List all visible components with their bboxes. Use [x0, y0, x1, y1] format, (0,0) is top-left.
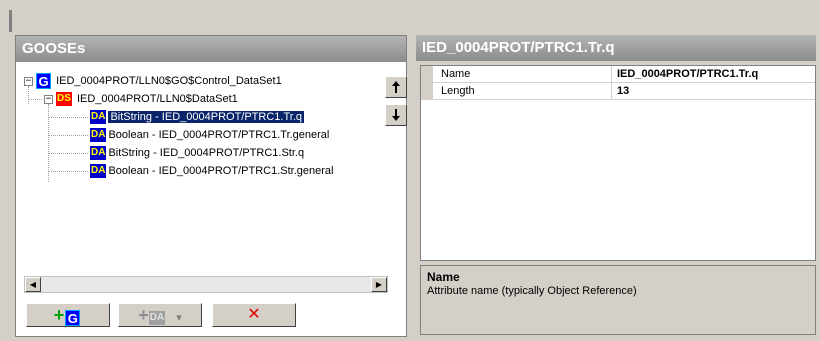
tree-node-attribute[interactable]: DA BitString - IED_0004PROT/PTRC1.Str.q [90, 144, 304, 162]
data-attribute-icon: DA [90, 128, 107, 143]
goose-tree: − G IED_0004PROT/LLN0$GO$Control_DataSet1… [24, 72, 384, 222]
description-title: Name [427, 270, 460, 284]
property-row-gutter [421, 83, 433, 99]
tree-connector [28, 99, 42, 100]
tree-node-attribute[interactable]: DA BitString - IED_0004PROT/PTRC1.Tr.q [90, 108, 304, 126]
property-grid: Name IED_0004PROT/PTRC1.Tr.q Length 13 [420, 65, 816, 261]
data-attribute-icon: DA [90, 164, 107, 179]
property-value[interactable]: IED_0004PROT/PTRC1.Tr.q [617, 66, 758, 82]
description-text: Attribute name (typically Object Referen… [427, 285, 637, 297]
tree-node-attribute-label: BitString - IED_0004PROT/PTRC1.Str.q [108, 147, 305, 159]
delete-button[interactable]: ✕ [212, 303, 296, 327]
tree-node-dataset[interactable]: − DS IED_0004PROT/LLN0$DataSet1 [44, 90, 238, 108]
gooses-panel-title: GOOSEs [16, 36, 406, 62]
move-up-button[interactable] [385, 76, 407, 98]
window-top-strip [0, 0, 820, 34]
delete-icon: ✕ [247, 306, 261, 323]
tree-connector [48, 117, 88, 118]
column-separator [611, 66, 612, 82]
property-row[interactable]: Length 13 [421, 83, 815, 100]
arrow-up-icon [392, 81, 400, 93]
property-description: Name Attribute name (typically Object Re… [420, 265, 816, 335]
collapse-dataset-toggle[interactable]: − [44, 94, 53, 104]
gooses-panel: GOOSEs − G IED_0004PROT/LLN0$GO$Control_D… [15, 35, 407, 337]
dataset-icon: DS [56, 92, 72, 107]
property-row[interactable]: Name IED_0004PROT/PTRC1.Tr.q [421, 66, 815, 83]
plus-icon: + [138, 305, 149, 325]
tree-connector [48, 153, 88, 154]
data-attribute-icon: DA [148, 311, 166, 326]
chevron-down-icon[interactable]: ▾ [176, 312, 182, 324]
collapse-goose-toggle[interactable]: − [24, 76, 33, 86]
property-row-gutter [421, 66, 433, 82]
scroll-right-button[interactable]: ▶ [371, 277, 387, 292]
scroll-left-button[interactable]: ◀ [25, 277, 41, 292]
tree-node-attribute-label: Boolean - IED_0004PROT/PTRC1.Tr.general [108, 129, 330, 141]
goose-icon: G [65, 310, 81, 327]
tree-node-attribute[interactable]: DA Boolean - IED_0004PROT/PTRC1.Tr.genera… [90, 126, 329, 144]
property-name: Length [441, 85, 475, 97]
tree-node-goose-label: IED_0004PROT/LLN0$GO$Control_DataSet1 [56, 75, 282, 87]
window-edge [9, 10, 12, 32]
tree-node-dataset-label: IED_0004PROT/LLN0$DataSet1 [76, 93, 238, 105]
properties-panel-title: IED_0004PROT/PTRC1.Tr.q [416, 35, 816, 61]
tree-node-attribute-label: BitString - IED_0004PROT/PTRC1.Tr.q [108, 111, 304, 123]
add-data-attribute-button[interactable]: +DA ▾ [118, 303, 202, 327]
properties-panel: IED_0004PROT/PTRC1.Tr.q Name IED_0004PRO… [416, 35, 816, 337]
plus-icon: + [53, 305, 65, 325]
add-goose-button[interactable]: + G [26, 303, 110, 327]
column-separator [611, 83, 612, 99]
move-down-button[interactable] [385, 104, 407, 126]
tree-node-attribute-label: Boolean - IED_0004PROT/PTRC1.Str.general [108, 165, 334, 177]
tree-connector [48, 135, 88, 136]
arrow-down-icon [392, 109, 400, 121]
tree-node-attribute[interactable]: DA Boolean - IED_0004PROT/PTRC1.Str.gener… [90, 162, 333, 180]
data-attribute-icon: DA [90, 110, 107, 125]
tree-connector [48, 171, 88, 172]
goose-icon: G [36, 73, 51, 90]
tree-horizontal-scrollbar[interactable]: ◀ ▶ [24, 276, 388, 293]
property-value[interactable]: 13 [617, 83, 629, 99]
data-attribute-icon: DA [90, 146, 107, 161]
tree-node-goose[interactable]: − G IED_0004PROT/LLN0$GO$Control_DataSet1 [24, 72, 282, 90]
property-name: Name [441, 68, 471, 80]
